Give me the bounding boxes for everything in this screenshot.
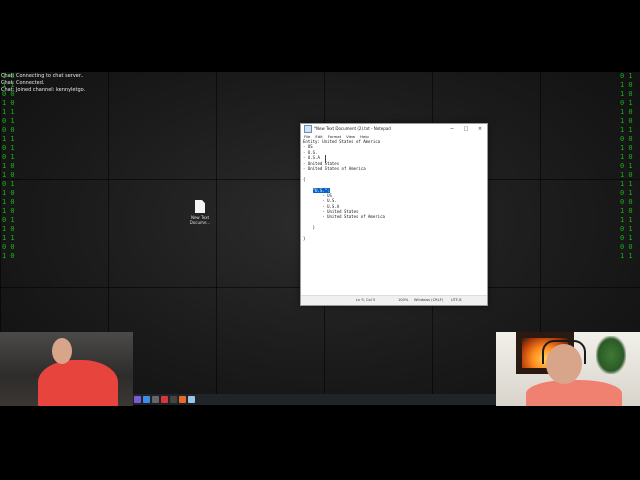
taskbar-notepad-icon[interactable] (188, 396, 195, 403)
chat-line: Chat: Joined channel: kennyletgo. (1, 87, 86, 93)
status-encoding: UTF-8 (451, 298, 462, 302)
taskbar-app-icon[interactable] (179, 396, 186, 403)
taskbar-app-icon[interactable] (143, 396, 150, 403)
close-icon[interactable]: × (473, 126, 487, 132)
person-right-shirt (526, 380, 622, 406)
webcam-right (496, 332, 640, 406)
minimize-icon[interactable]: − (445, 126, 459, 132)
letterbox-top (0, 0, 640, 72)
taskbar-app-icon[interactable] (161, 396, 168, 403)
chat-line: Chat: Connected. (1, 80, 45, 86)
person-left-head (52, 338, 72, 364)
selected-text: "U.S.": (312, 187, 330, 193)
menu-view[interactable]: View (346, 134, 355, 139)
taskbar-app-icon[interactable] (170, 396, 177, 403)
menu-file[interactable]: File (304, 134, 310, 139)
text-file-icon (195, 200, 205, 213)
webcam-left (0, 332, 133, 406)
notepad-text-area[interactable]: Entity: United States of America - US - … (301, 139, 487, 294)
taskbar-app-icon[interactable] (152, 396, 159, 403)
taskbar-app-icon[interactable] (134, 396, 141, 403)
notepad-titlebar[interactable]: *New Text Document (2).txt - Notepad − □… (301, 124, 487, 133)
chat-overlay: Chat: Connecting to chat server.. Chat: … (1, 73, 85, 94)
text-cursor-icon (325, 155, 326, 163)
chat-line: Chat: Connecting to chat server.. (1, 73, 84, 79)
maximize-icon[interactable]: □ (459, 126, 473, 132)
desktop-icon-label-line2: Docume... (189, 220, 211, 225)
notepad-window[interactable]: *New Text Document (2).txt - Notepad − □… (300, 123, 488, 306)
menu-format[interactable]: Format (328, 134, 341, 139)
letterbox-bottom (0, 406, 640, 480)
status-zoom: 100% (398, 298, 409, 302)
headset-icon (542, 340, 586, 364)
status-line-ending: Windows (CRLF) (414, 298, 444, 302)
notepad-title: *New Text Document (2).txt - Notepad (314, 126, 391, 131)
menu-help[interactable]: Help (360, 134, 369, 139)
desktop-file-icon[interactable]: New Text Docume... (189, 200, 211, 225)
plant (596, 336, 626, 374)
person-left-shirt (38, 360, 118, 406)
notepad-statusbar: Ln 9, Col 5 100% Windows (CRLF) UTF-8 (301, 295, 487, 305)
text-line: } (303, 236, 306, 242)
notepad-app-icon (304, 124, 312, 133)
status-position: Ln 9, Col 5 (356, 298, 376, 302)
menu-edit[interactable]: Edit (315, 134, 322, 139)
